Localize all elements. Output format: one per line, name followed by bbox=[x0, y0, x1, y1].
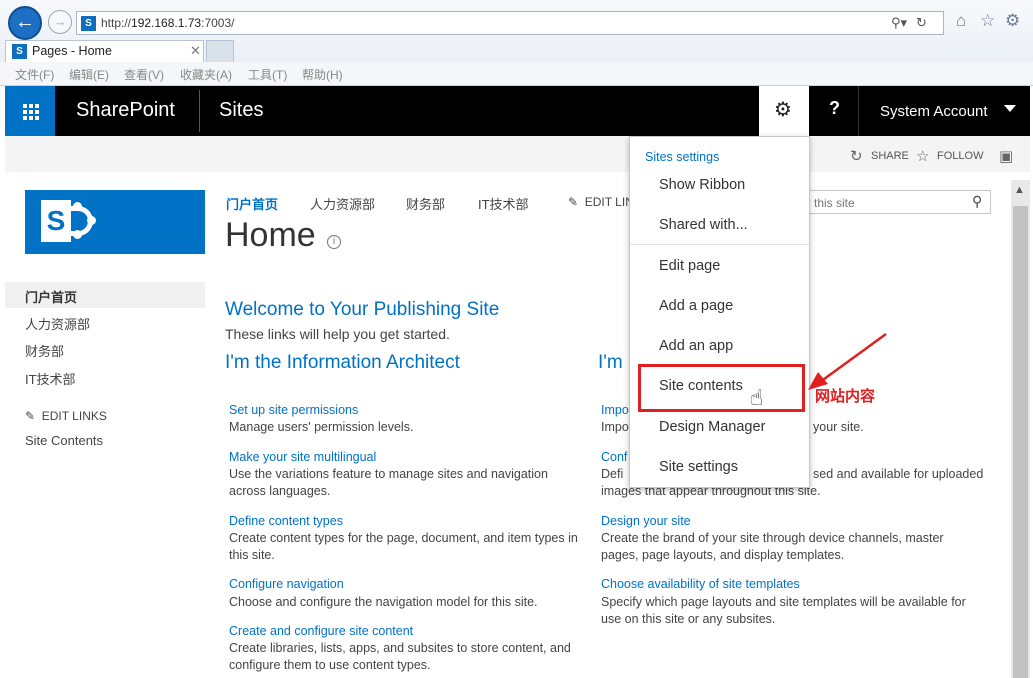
task-desc-tail: sed and available for uploaded bbox=[813, 467, 984, 481]
tab-title: Pages - Home bbox=[32, 44, 112, 58]
menu-item-site-settings[interactable]: Site settings bbox=[659, 459, 738, 475]
menu-separator bbox=[630, 244, 809, 245]
menu-item-add-page[interactable]: Add a page bbox=[659, 298, 733, 314]
hand-cursor-icon: ☝ bbox=[750, 385, 764, 410]
favorites-star-icon[interactable]: ☆ bbox=[980, 11, 995, 31]
quicklaunch-item-hr[interactable]: 人力资源部 bbox=[25, 314, 90, 333]
scroll-up-icon[interactable]: ▲ bbox=[1014, 184, 1025, 196]
suite-divider bbox=[199, 90, 200, 132]
topnav-item-finance[interactable]: 财务部 bbox=[406, 194, 445, 213]
menu-view[interactable]: 查看(V) bbox=[124, 66, 164, 83]
task-link-navigation[interactable]: Configure navigation bbox=[229, 577, 344, 591]
chevron-down-icon[interactable] bbox=[1004, 105, 1016, 112]
search-dropdown-icon[interactable]: ⚲▾ bbox=[891, 15, 907, 31]
task-desc: Specify which page layouts and site temp… bbox=[601, 595, 966, 626]
task-desc-tail: your site. bbox=[813, 420, 864, 434]
settings-menu-heading: Sites settings bbox=[645, 150, 720, 164]
highlight-box bbox=[638, 364, 805, 412]
menu-item-shared-with[interactable]: Shared with... bbox=[659, 217, 748, 233]
new-tab-button[interactable] bbox=[206, 40, 234, 62]
task-desc: Defi bbox=[601, 467, 624, 481]
task-desc: Manage users' permission levels. bbox=[229, 420, 414, 434]
site-logo[interactable]: S bbox=[25, 190, 205, 254]
topnav-item-home[interactable]: 门户首页 bbox=[226, 194, 278, 213]
pencil-icon: ✎ bbox=[568, 195, 579, 209]
menu-file[interactable]: 文件(F) bbox=[15, 66, 54, 83]
page-title: Home bbox=[225, 216, 316, 254]
quicklaunch-item-home[interactable]: 门户首页 bbox=[25, 287, 77, 306]
task-desc: Use the variations feature to manage sit… bbox=[229, 467, 548, 498]
welcome-subheading: These links will help you get started. bbox=[225, 326, 450, 342]
settings-dropdown: Sites settings Show Ribbon Shared with..… bbox=[629, 136, 810, 488]
topnav-item-it[interactable]: IT技术部 bbox=[478, 194, 529, 213]
menu-item-add-app[interactable]: Add an app bbox=[659, 338, 733, 354]
menu-item-design-manager[interactable]: Design Manager bbox=[659, 419, 765, 435]
topnav-item-hr[interactable]: 人力资源部 bbox=[310, 194, 375, 213]
sharepoint-favicon-icon: S bbox=[81, 16, 96, 31]
gear-icon: ⚙ bbox=[774, 99, 792, 121]
menu-tools[interactable]: 工具(T) bbox=[248, 66, 287, 83]
app-launcher-icon[interactable] bbox=[5, 86, 55, 136]
menu-item-show-ribbon[interactable]: Show Ribbon bbox=[659, 177, 745, 193]
suite-bar: SharePoint Sites ⚙ ? System Account bbox=[5, 86, 1030, 136]
search-placeholder: this site bbox=[814, 196, 855, 210]
task-link-configure[interactable]: Conf bbox=[601, 450, 627, 464]
browser-tab-active[interactable]: S Pages - Home ✕ bbox=[5, 40, 204, 62]
task-desc: Impo bbox=[601, 420, 629, 434]
quicklaunch-item-it[interactable]: IT技术部 bbox=[25, 369, 76, 388]
right-column-heading: I'm bbox=[598, 352, 623, 373]
task-link-import[interactable]: Impo bbox=[601, 403, 629, 417]
pencil-icon: ✎ bbox=[25, 409, 36, 423]
page-content: S 门户首页 人力资源部 财务部 IT技术部 ✎ EDIT LINKS this… bbox=[5, 172, 1013, 678]
menu-item-edit-page[interactable]: Edit page bbox=[659, 258, 720, 274]
forward-button[interactable]: → bbox=[48, 10, 72, 34]
account-menu[interactable]: System Account bbox=[880, 103, 988, 120]
menu-help[interactable]: 帮助(H) bbox=[302, 66, 343, 83]
task-link-permissions[interactable]: Set up site permissions bbox=[229, 403, 358, 417]
address-url: http://192.168.1.73:7003/ bbox=[101, 16, 235, 30]
welcome-heading: Welcome to Your Publishing Site bbox=[225, 299, 500, 320]
task-link-content-types[interactable]: Define content types bbox=[229, 514, 343, 528]
task-link-design-site[interactable]: Design your site bbox=[601, 514, 691, 528]
home-icon[interactable]: ⌂ bbox=[956, 11, 966, 31]
refresh-icon[interactable]: ↻ bbox=[916, 15, 927, 31]
menu-edit[interactable]: 编辑(E) bbox=[69, 66, 109, 83]
task-desc: Choose and configure the navigation mode… bbox=[229, 595, 538, 609]
quicklaunch-item-finance[interactable]: 财务部 bbox=[25, 341, 64, 360]
search-icon[interactable]: ⚲ bbox=[972, 193, 982, 210]
task-link-site-content[interactable]: Create and configure site content bbox=[229, 624, 413, 638]
sharepoint-favicon-icon: S bbox=[12, 44, 27, 59]
suite-brand[interactable]: SharePoint bbox=[76, 99, 175, 122]
task-link-multilingual[interactable]: Make your site multilingual bbox=[229, 450, 376, 464]
address-bar[interactable]: S http://192.168.1.73:7003/ ⚲▾ ↻ bbox=[76, 11, 944, 35]
close-tab-icon[interactable]: ✕ bbox=[190, 43, 201, 59]
task-desc: Create the brand of your site through de… bbox=[601, 531, 944, 562]
share-button[interactable]: SHARE bbox=[871, 150, 909, 162]
quicklaunch-site-contents[interactable]: Site Contents bbox=[25, 433, 103, 448]
follow-button[interactable]: FOLLOW bbox=[937, 150, 983, 162]
follow-star-icon[interactable]: ☆ bbox=[916, 147, 929, 165]
share-icon[interactable]: ↻ bbox=[850, 147, 863, 165]
ribbon-row: ↻ SHARE ☆ FOLLOW ▣ bbox=[5, 136, 1030, 172]
suite-sites-link[interactable]: Sites bbox=[219, 99, 263, 122]
browser-chrome: ← → S http://192.168.1.73:7003/ ⚲▾ ↻ ⌂ ☆… bbox=[0, 0, 1033, 86]
help-icon: ? bbox=[829, 98, 840, 118]
browser-menubar: 文件(F) 编辑(E) 查看(V) 收藏夹(A) 工具(T) 帮助(H) bbox=[0, 62, 1033, 85]
task-desc: Create content types for the page, docum… bbox=[229, 531, 578, 562]
settings-gear-button[interactable]: ⚙ bbox=[759, 86, 809, 136]
help-button[interactable]: ? bbox=[809, 86, 859, 136]
menu-favorites[interactable]: 收藏夹(A) bbox=[180, 66, 232, 83]
task-link-site-templates[interactable]: Choose availability of site templates bbox=[601, 577, 800, 591]
task-desc: Create libraries, lists, apps, and subsi… bbox=[229, 641, 571, 672]
tools-gear-icon[interactable]: ⚙ bbox=[1005, 11, 1020, 31]
focus-content-icon[interactable]: ▣ bbox=[999, 147, 1013, 165]
back-button[interactable]: ← bbox=[8, 6, 42, 40]
info-icon[interactable]: i bbox=[327, 235, 341, 249]
left-column-heading: I'm the Information Architect bbox=[225, 352, 460, 373]
scrollbar-thumb[interactable] bbox=[1013, 206, 1028, 678]
annotation-label: 网站内容 bbox=[815, 388, 876, 405]
quicklaunch-edit-links[interactable]: ✎ EDIT LINKS bbox=[25, 409, 107, 423]
